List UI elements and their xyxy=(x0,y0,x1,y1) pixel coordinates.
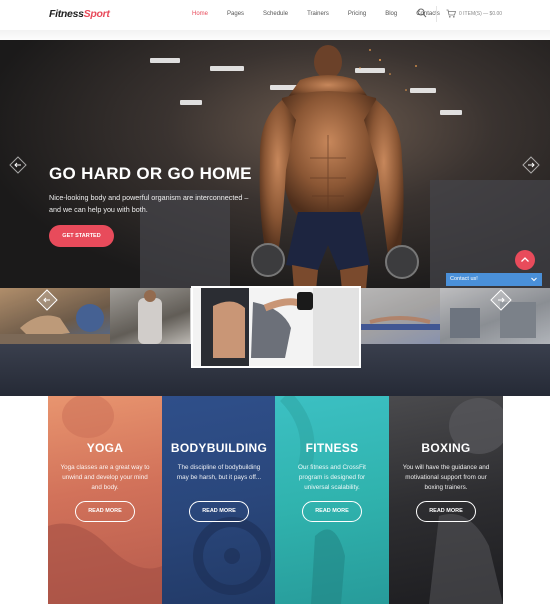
card-title: YOGA xyxy=(86,441,124,455)
yoga-image xyxy=(48,396,162,604)
nav-trainers[interactable]: Trainers xyxy=(307,11,329,17)
logo[interactable]: FitnessSport xyxy=(49,8,110,20)
card-title: BOXING xyxy=(421,441,471,455)
scroll-top-button[interactable] xyxy=(515,250,535,270)
hero-title: GO HARD OR GO HOME xyxy=(49,164,252,183)
site-header: FitnessSport Home Pages Schedule Trainer… xyxy=(0,0,550,30)
hero-text: Nice-looking body and powerful organism … xyxy=(49,193,249,214)
chevron-up-icon xyxy=(521,257,529,262)
chevron-down-icon xyxy=(531,277,537,282)
class-cards: YOGA Yoga classes are a great way to unw… xyxy=(48,396,503,604)
get-started-button[interactable]: GET STARTED xyxy=(49,225,114,247)
ceiling-light xyxy=(180,100,202,105)
fitness-image xyxy=(279,396,345,604)
nav-pricing[interactable]: Pricing xyxy=(348,11,366,17)
athlete-image xyxy=(251,45,419,290)
card-yoga: YOGA Yoga classes are a great way to unw… xyxy=(48,396,162,604)
card-desc: The discipline of bodybuilding may be ha… xyxy=(176,464,262,481)
arrow-right-icon[interactable] xyxy=(522,156,540,174)
card-fitness: FITNESS Our fitness and CrossFit program… xyxy=(275,396,389,604)
read-more-button[interactable]: READ MORE xyxy=(416,501,476,522)
nav-home[interactable]: Home xyxy=(192,11,208,17)
card-title: BODYBUILDING xyxy=(170,441,268,455)
ceiling-light xyxy=(150,58,180,63)
header-divider xyxy=(436,6,437,22)
hero-slider: GO HARD OR GO HOME Nice-looking body and… xyxy=(0,40,550,290)
read-more-button[interactable]: READ MORE xyxy=(302,501,362,522)
cart-icon[interactable] xyxy=(446,9,456,18)
thumbs-arrow-left-icon[interactable] xyxy=(36,289,58,311)
bodybuilding-image xyxy=(193,517,271,595)
card-desc: Our fitness and CrossFit program is desi… xyxy=(298,464,366,491)
thumbs-arrow-right-icon[interactable] xyxy=(490,289,512,311)
thumbnail-trainer-image xyxy=(138,290,162,344)
thumbnail-dumbbell-image xyxy=(193,288,359,366)
thumbnail-stretching-image xyxy=(360,316,440,330)
logo-accent: Sport xyxy=(83,8,110,20)
nav-schedule[interactable]: Schedule xyxy=(263,11,288,17)
nav-pages[interactable]: Pages xyxy=(227,11,244,17)
cart-summary[interactable]: 0 ITEM(S) — $0.00 xyxy=(459,11,502,17)
thumbnail-dumbbell-active[interactable] xyxy=(191,286,361,368)
logo-main: Fitness xyxy=(49,8,84,20)
card-desc: Yoga classes are a great way to unwind a… xyxy=(60,464,150,491)
card-title: FITNESS xyxy=(305,441,359,455)
nav-blog[interactable]: Blog xyxy=(385,11,397,17)
contact-us-bar[interactable]: Contact us! xyxy=(446,273,542,286)
read-more-button[interactable]: READ MORE xyxy=(75,501,135,522)
card-bodybuilding: BODYBUILDING The discipline of bodybuild… xyxy=(162,396,276,604)
thumbnail-trainer[interactable] xyxy=(110,288,190,344)
card-desc: You will have the guidance and motivatio… xyxy=(402,464,490,491)
search-icon[interactable] xyxy=(417,8,427,18)
boxing-image xyxy=(429,398,503,604)
ceiling-light xyxy=(440,110,462,115)
card-boxing: BOXING You will have the guidance and mo… xyxy=(389,396,503,604)
read-more-button[interactable]: READ MORE xyxy=(189,501,249,522)
thumbnail-stretching[interactable] xyxy=(360,288,440,344)
contact-us-label: Contact us! xyxy=(450,276,478,282)
arrow-left-icon[interactable] xyxy=(9,156,27,174)
